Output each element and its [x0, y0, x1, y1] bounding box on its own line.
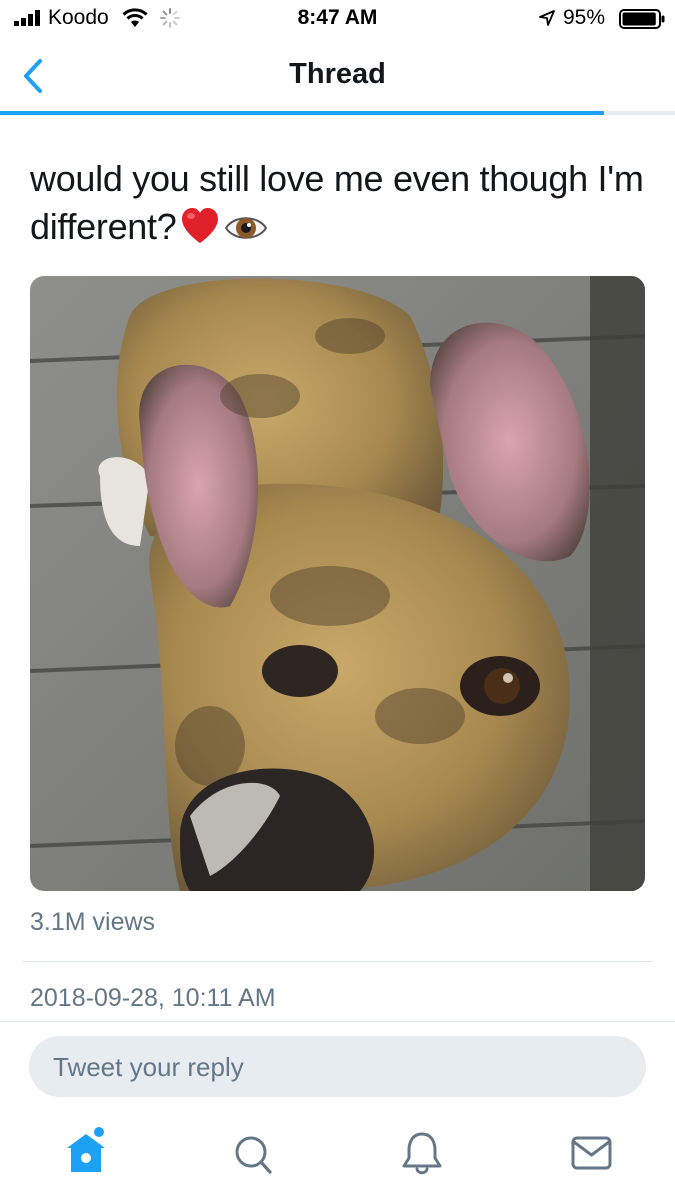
battery-icon — [619, 9, 665, 29]
location-arrow-icon — [539, 10, 555, 26]
messages-icon — [571, 1136, 612, 1170]
tweet-text: would you still love me even though I'm … — [30, 155, 650, 251]
eye-emoji — [225, 217, 268, 239]
view-count: 3.1M views — [30, 908, 156, 936]
dog-photo — [30, 276, 645, 891]
tab-notifications[interactable] — [397, 1126, 447, 1178]
tab-messages[interactable] — [567, 1126, 617, 1178]
page-load-progress — [0, 111, 675, 115]
search-icon — [235, 1136, 272, 1174]
status-bar: Koodo 8:47 AM 95% — [0, 0, 675, 38]
divider — [0, 1021, 675, 1022]
tweet-media-video[interactable] — [30, 276, 645, 891]
notifications-icon — [402, 1132, 442, 1175]
tweet-text-body: would you still love me even though I'm … — [30, 158, 644, 247]
page-load-progress-fill — [0, 111, 605, 115]
battery-percent: 95% — [563, 6, 606, 29]
divider — [22, 961, 652, 962]
tab-search[interactable] — [229, 1126, 279, 1178]
page-title: Thread — [289, 58, 386, 90]
red-heart-emoji — [182, 208, 219, 243]
tweet-timestamp: 2018-09-28, 10:11 AM — [30, 984, 276, 1012]
thread-header: Thread — [0, 42, 675, 114]
tab-home[interactable] — [62, 1126, 112, 1178]
home-icon — [67, 1127, 105, 1172]
reply-placeholder: Tweet your reply — [53, 1052, 244, 1082]
reply-input[interactable]: Tweet your reply — [29, 1036, 646, 1097]
